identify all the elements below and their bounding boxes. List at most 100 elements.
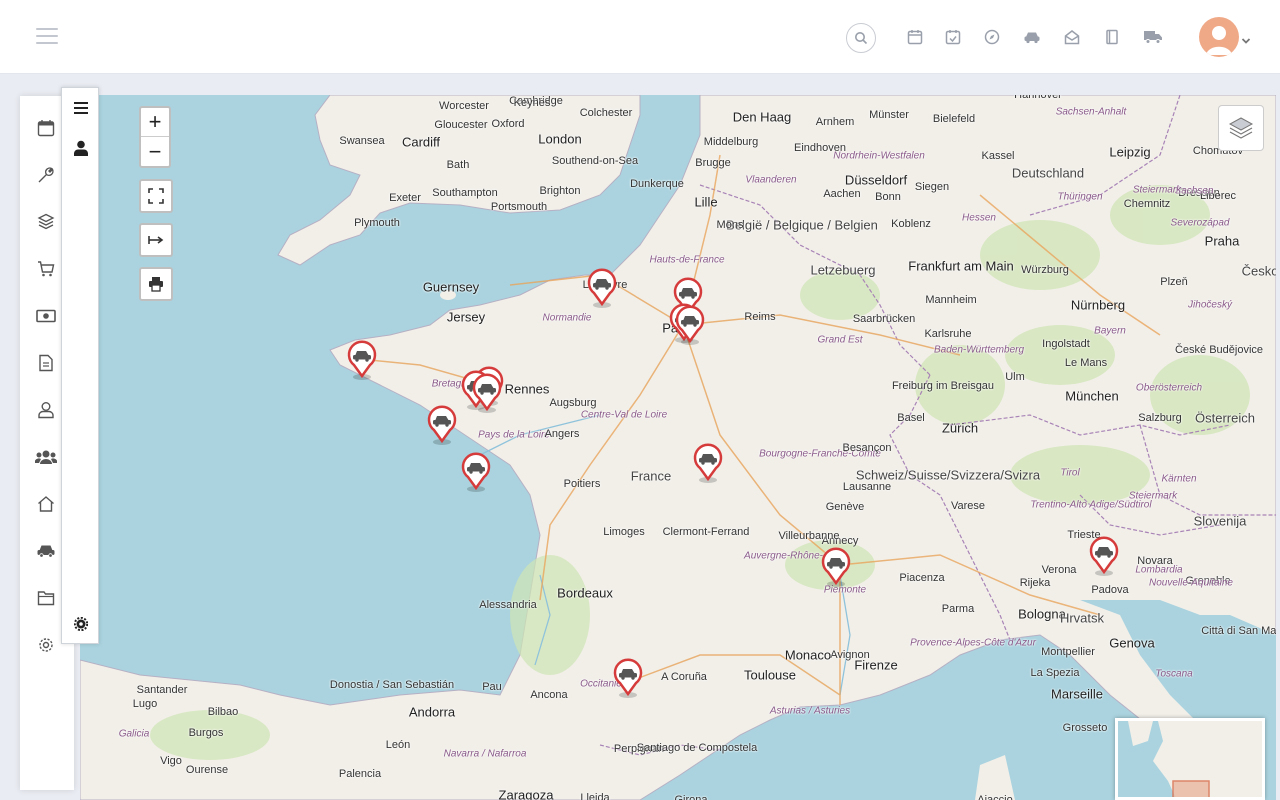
place-label: Padova bbox=[1091, 584, 1129, 596]
place-label: Gloucester bbox=[434, 119, 488, 131]
place-label: Città di San Marino bbox=[1201, 625, 1276, 637]
calendar-icon[interactable] bbox=[34, 116, 58, 140]
vehicle-marker[interactable] bbox=[471, 371, 503, 413]
cube-icon[interactable] bbox=[34, 210, 58, 234]
place-label: Česko bbox=[1241, 263, 1276, 279]
zoom-control: + − bbox=[139, 106, 171, 168]
calendar-check-icon[interactable] bbox=[943, 27, 963, 47]
place-label: Pau bbox=[482, 681, 502, 693]
place-label: France bbox=[630, 468, 672, 484]
place-label: Ajaccio bbox=[977, 794, 1013, 800]
envelope-open-icon[interactable] bbox=[1062, 27, 1082, 47]
place-label: Zürich bbox=[941, 420, 979, 436]
place-label: La Spezia bbox=[1030, 667, 1080, 679]
vehicle-marker[interactable] bbox=[346, 338, 378, 380]
place-label: Jersey bbox=[446, 309, 486, 325]
place-label: Den Haag bbox=[732, 109, 792, 125]
car-icon[interactable] bbox=[34, 539, 58, 563]
place-label: Pays de la Loire bbox=[478, 429, 550, 441]
place-label: München bbox=[1065, 388, 1119, 404]
place-label: Vlaanderen bbox=[745, 174, 797, 186]
place-label: Varese bbox=[950, 500, 986, 512]
place-label: Centre-Val de Loire bbox=[580, 409, 668, 421]
place-label: Toscana bbox=[1155, 668, 1193, 680]
place-label: Marseille bbox=[1050, 686, 1104, 702]
place-label: Vigo bbox=[160, 755, 182, 767]
place-label: Monaco bbox=[784, 647, 832, 663]
place-label: Rijeka bbox=[1019, 577, 1051, 589]
vehicle-marker[interactable] bbox=[1088, 534, 1120, 576]
place-label: Thüringen bbox=[1057, 191, 1103, 203]
place-label: Angers bbox=[544, 428, 580, 440]
minimap[interactable] bbox=[1115, 718, 1265, 800]
vehicle-marker[interactable] bbox=[674, 303, 706, 345]
place-label: Lille bbox=[694, 194, 718, 210]
folder-icon[interactable] bbox=[34, 586, 58, 610]
fullscreen-button[interactable] bbox=[139, 179, 173, 213]
settings-icon[interactable] bbox=[71, 614, 91, 634]
chevron-down-icon[interactable] bbox=[1241, 33, 1251, 44]
place-label: Steiermark bbox=[1132, 184, 1182, 196]
place-label: Arnhem bbox=[815, 116, 855, 128]
place-label: Trentino-Alto Adige/Südtirol bbox=[1030, 499, 1152, 511]
zoom-in-button[interactable]: + bbox=[141, 108, 169, 137]
place-label: Hauts-de-France bbox=[649, 254, 725, 266]
place-label: Brugge bbox=[695, 157, 731, 169]
cart-icon[interactable] bbox=[34, 257, 58, 281]
menu-icon[interactable] bbox=[71, 98, 91, 118]
hamburger-icon[interactable] bbox=[36, 28, 58, 44]
car-icon[interactable] bbox=[1022, 27, 1042, 47]
place-label: Kassel bbox=[981, 150, 1015, 162]
vehicle-marker[interactable] bbox=[820, 545, 852, 587]
place-label: London bbox=[538, 131, 582, 147]
place-label: Koblenz bbox=[891, 218, 931, 230]
layers-button[interactable] bbox=[1218, 105, 1264, 151]
vehicle-marker[interactable] bbox=[460, 450, 492, 492]
place-label: Bonn bbox=[875, 191, 901, 203]
vehicle-marker[interactable] bbox=[586, 266, 618, 308]
user-icon[interactable] bbox=[34, 398, 58, 422]
place-label: Würzburg bbox=[1021, 264, 1069, 276]
place-label: Piacenza bbox=[899, 572, 945, 584]
place-label: Hannover bbox=[1014, 95, 1062, 101]
compass-icon[interactable] bbox=[982, 27, 1002, 47]
vehicle-marker[interactable] bbox=[692, 441, 724, 483]
place-label: Dunkerque bbox=[630, 178, 684, 190]
calendar-icon[interactable] bbox=[905, 27, 925, 47]
users-icon[interactable] bbox=[34, 445, 58, 469]
print-button[interactable] bbox=[139, 267, 173, 301]
truck-icon[interactable] bbox=[1143, 27, 1163, 47]
place-label: Düsseldorf bbox=[844, 172, 908, 188]
home-icon[interactable] bbox=[34, 492, 58, 516]
vehicle-marker[interactable] bbox=[612, 656, 644, 698]
place-label: Chemnitz bbox=[1123, 198, 1171, 210]
place-label: Deutschland bbox=[1011, 165, 1085, 181]
place-label: Salzburg bbox=[1138, 412, 1182, 424]
user-avatar[interactable] bbox=[1199, 17, 1239, 57]
vehicle-marker[interactable] bbox=[426, 403, 458, 445]
place-label: Aachen bbox=[823, 188, 861, 200]
map-view[interactable]: Den Haag Cambridge Keynes Worcester Colchest… bbox=[80, 95, 1276, 800]
book-icon[interactable] bbox=[1102, 27, 1122, 47]
place-label: Villeurbanne bbox=[778, 530, 840, 542]
place-label: Augsburg bbox=[549, 397, 597, 409]
measure-button[interactable] bbox=[139, 223, 173, 257]
wrench-icon[interactable] bbox=[34, 163, 58, 187]
place-label: Oxford bbox=[491, 118, 525, 130]
place-label: Toulouse bbox=[743, 667, 797, 683]
place-label: Bordeaux bbox=[557, 585, 613, 601]
place-label: Bath bbox=[446, 159, 470, 171]
place-label: Ancona bbox=[530, 689, 568, 701]
search-icon[interactable] bbox=[846, 23, 876, 53]
zoom-out-button[interactable]: − bbox=[141, 137, 169, 166]
money-icon[interactable] bbox=[34, 304, 58, 328]
document-icon[interactable] bbox=[34, 351, 58, 375]
gear-icon[interactable] bbox=[34, 633, 58, 657]
place-label: Colchester bbox=[579, 107, 633, 119]
place-label: Siegen bbox=[914, 181, 950, 193]
person-icon[interactable] bbox=[71, 138, 91, 158]
place-label: Lausanne bbox=[842, 481, 892, 493]
place-label: Bayern bbox=[1094, 325, 1126, 337]
place-label: Exeter bbox=[389, 192, 421, 204]
place-label: Praha bbox=[1204, 233, 1240, 249]
